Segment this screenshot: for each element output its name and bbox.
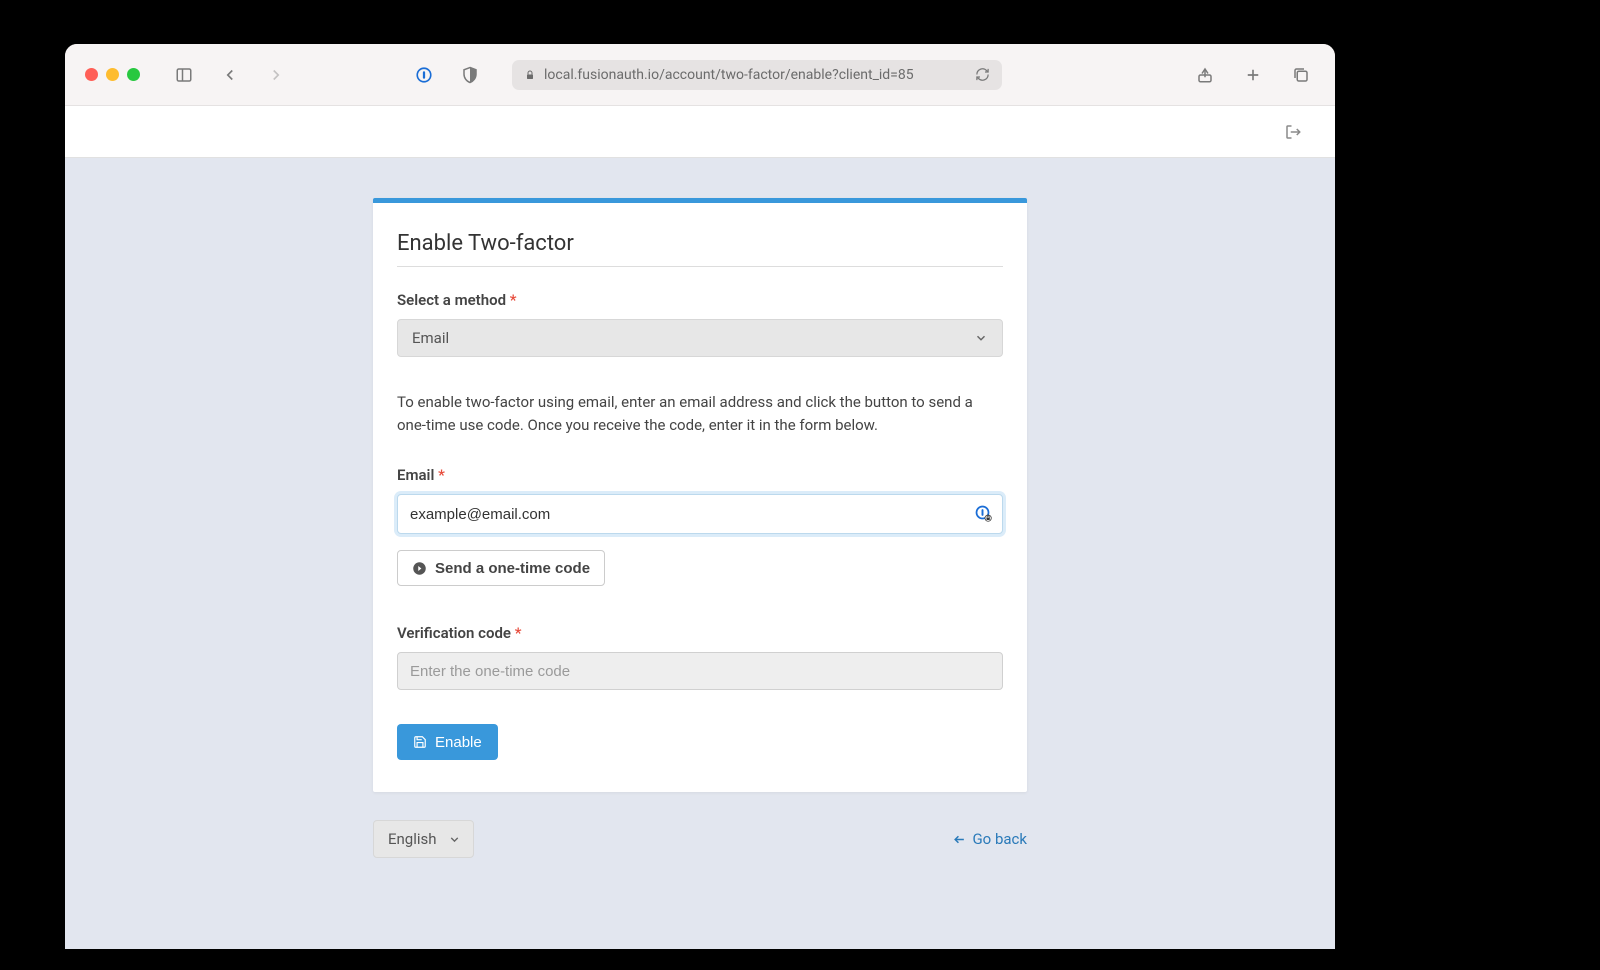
chevron-down-icon <box>974 331 988 345</box>
two-factor-panel: Enable Two-factor Select a method * Emai… <box>373 198 1027 792</box>
tabs-overview-icon[interactable] <box>1287 61 1315 89</box>
forward-button[interactable] <box>262 61 290 89</box>
logout-icon[interactable] <box>1279 118 1307 146</box>
browser-window: local.fusionauth.io/account/two-factor/e… <box>65 44 1335 949</box>
method-label: Select a method * <box>397 291 1003 309</box>
panel-title: Enable Two-factor <box>397 231 1003 267</box>
minimize-window-button[interactable] <box>106 68 119 81</box>
enable-button[interactable]: Enable <box>397 724 498 760</box>
go-back-link[interactable]: Go back <box>953 830 1027 848</box>
lock-icon <box>524 69 536 81</box>
onepassword-extension-icon[interactable] <box>410 61 438 89</box>
arrow-left-icon <box>953 833 966 846</box>
app-body: Enable Two-factor Select a method * Emai… <box>65 158 1335 949</box>
back-button[interactable] <box>216 61 244 89</box>
method-selected-value: Email <box>412 329 449 347</box>
browser-title-bar: local.fusionauth.io/account/two-factor/e… <box>65 44 1335 106</box>
arrow-circle-icon <box>412 561 427 576</box>
app-header <box>65 106 1335 158</box>
verification-code-field[interactable] <box>397 652 1003 690</box>
save-icon <box>413 735 427 749</box>
method-select[interactable]: Email <box>397 319 1003 357</box>
privacy-shield-icon[interactable] <box>456 61 484 89</box>
email-label: Email * <box>397 466 1003 484</box>
chevron-down-icon <box>448 833 461 846</box>
instructions-text: To enable two-factor using email, enter … <box>397 391 1003 436</box>
url-text: local.fusionauth.io/account/two-factor/e… <box>544 67 967 83</box>
new-tab-icon[interactable] <box>1239 61 1267 89</box>
verification-label: Verification code * <box>397 624 1003 642</box>
language-select[interactable]: English <box>373 820 474 858</box>
address-bar[interactable]: local.fusionauth.io/account/two-factor/e… <box>512 60 1002 90</box>
send-code-button[interactable]: Send a one-time code <box>397 550 605 586</box>
share-icon[interactable] <box>1191 61 1219 89</box>
language-selected-value: English <box>388 830 437 848</box>
onepassword-fill-icon[interactable] <box>975 505 993 523</box>
email-field[interactable] <box>397 494 1003 534</box>
close-window-button[interactable] <box>85 68 98 81</box>
panel-footer: English Go back <box>373 820 1027 858</box>
maximize-window-button[interactable] <box>127 68 140 81</box>
sidebar-toggle-icon[interactable] <box>170 61 198 89</box>
window-controls <box>85 68 140 81</box>
refresh-icon[interactable] <box>975 67 990 82</box>
